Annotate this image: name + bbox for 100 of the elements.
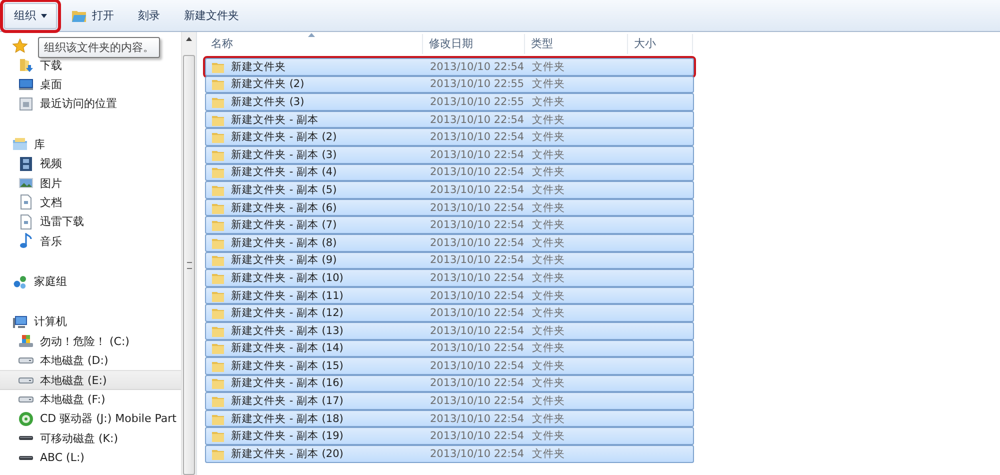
modified-date: 2013/10/10 22:54 xyxy=(429,166,526,178)
nav-item[interactable]: ABC (L:) xyxy=(40,451,84,464)
nav-item[interactable]: 音乐 xyxy=(40,234,62,249)
modified-date: 2013/10/10 22:54 xyxy=(429,184,526,196)
column-header[interactable]: 修改日期 xyxy=(423,34,525,54)
toolbar-button[interactable]: 刻录 xyxy=(128,2,170,28)
column-header[interactable]: 大小 xyxy=(628,34,693,54)
drive-icon xyxy=(18,396,34,404)
modified-date: 2013/10/10 22:54 xyxy=(429,148,526,161)
file-name: 新建文件夹 - 副本 (18) xyxy=(231,412,344,426)
file-type: 文件夹 xyxy=(531,394,566,408)
file-type: 文件夹 xyxy=(531,412,566,426)
file-row[interactable]: 新建文件夹 (2) 2013/10/10 22:55 文件夹 xyxy=(205,76,694,94)
nav-item[interactable]: 最近访问的位置 xyxy=(40,96,117,112)
modified-date: 2013/10/10 22:54 xyxy=(429,448,526,460)
folder-icon xyxy=(211,165,225,180)
file-type: 文件夹 xyxy=(531,77,566,92)
star-icon xyxy=(12,38,28,54)
nav-item[interactable]: 本地磁盘 (F:) xyxy=(40,392,106,408)
recent-places-icon xyxy=(18,96,34,112)
file-type: 文件夹 xyxy=(531,341,566,356)
file-name: 新建文件夹 xyxy=(231,60,286,74)
file-row[interactable]: 新建文件夹 - 副本 (19) 2013/10/10 22:54 文件夹 xyxy=(205,427,694,446)
nav-item[interactable]: 图片 xyxy=(40,176,62,191)
file-name: 新建文件夹 - 副本 (17) xyxy=(231,394,344,408)
nav-item[interactable]: 文档 xyxy=(40,194,62,210)
toolbar-button[interactable]: 新建文件夹 xyxy=(174,2,249,28)
file-row[interactable]: 新建文件夹 - 副本 (4) 2013/10/10 22:54 文件夹 xyxy=(205,164,694,182)
file-row[interactable]: 新建文件夹 - 副本 (9) 2013/10/10 22:54 文件夹 xyxy=(205,252,694,270)
file-name: 新建文件夹 (3) xyxy=(231,94,304,109)
file-name: 新建文件夹 - 副本 (16) xyxy=(231,376,344,390)
nav-item[interactable]: CD 驱动器 (J:) Mobile Part xyxy=(40,411,176,426)
folder-icon xyxy=(211,218,225,232)
file-type: 文件夹 xyxy=(531,253,566,268)
file-row[interactable]: 新建文件夹 - 副本 (5) 2013/10/10 22:54 文件夹 xyxy=(205,181,694,199)
file-name: 新建文件夹 - 副本 (4) xyxy=(231,165,337,180)
nav-item[interactable]: 下载 xyxy=(40,58,62,73)
nav-header[interactable]: 计算机 xyxy=(34,314,67,330)
file-row[interactable]: 新建文件夹 - 副本 (13) 2013/10/10 22:54 文件夹 xyxy=(205,322,694,340)
folder-icon xyxy=(211,130,225,144)
folder-icon xyxy=(211,341,225,356)
file-row[interactable]: 新建文件夹 - 副本 (17) 2013/10/10 22:54 文件夹 xyxy=(205,392,694,410)
file-name: 新建文件夹 - 副本 (6) xyxy=(231,200,337,215)
modified-date: 2013/10/10 22:54 xyxy=(429,114,526,126)
drive-icon xyxy=(18,376,34,384)
document-icon xyxy=(18,194,34,210)
scrollbar[interactable] xyxy=(181,32,196,475)
file-type: 文件夹 xyxy=(531,358,566,373)
folder-icon xyxy=(211,77,225,92)
nav-header[interactable]: 库 xyxy=(34,136,45,152)
file-name: 新建文件夹 - 副本 xyxy=(231,112,318,127)
file-row[interactable]: 新建文件夹 - 副本 (16) 2013/10/10 22:54 文件夹 xyxy=(205,374,694,392)
file-row[interactable]: 新建文件夹 - 副本 (10) 2013/10/10 22:54 文件夹 xyxy=(205,269,694,287)
folder-icon xyxy=(211,306,225,320)
removable-drive-icon xyxy=(19,456,33,460)
nav-item[interactable]: 勿动！危险！ (C:) xyxy=(40,334,130,349)
nav-item[interactable]: 视频 xyxy=(40,156,62,172)
file-row[interactable]: 新建文件夹 - 副本 (11) 2013/10/10 22:54 文件夹 xyxy=(205,286,694,304)
nav-item[interactable]: 迅雷下载 xyxy=(40,214,84,230)
disc-icon xyxy=(18,410,34,427)
modified-date: 2013/10/10 22:55 xyxy=(429,96,526,108)
file-name: 新建文件夹 - 副本 (10) xyxy=(231,270,344,285)
file-row[interactable]: 新建文件夹 - 副本 (18) 2013/10/10 22:54 文件夹 xyxy=(205,410,694,428)
modified-date: 2013/10/10 22:54 xyxy=(429,219,526,232)
toolbar-button[interactable]: 打开 xyxy=(61,2,124,28)
sort-arrow-icon xyxy=(308,33,315,37)
file-row[interactable]: 新建文件夹 - 副本 (15) 2013/10/10 22:54 文件夹 xyxy=(205,357,694,375)
file-name: 新建文件夹 - 副本 (20) xyxy=(231,446,344,461)
modified-date: 2013/10/10 22:54 xyxy=(429,254,526,266)
drive-icon xyxy=(18,357,34,364)
nav-item[interactable]: 本地磁盘 (E:) xyxy=(0,370,181,390)
file-type: 文件夹 xyxy=(531,270,566,285)
modified-date: 2013/10/10 22:55 xyxy=(429,78,526,90)
file-row[interactable]: 新建文件夹 - 副本 (3) 2013/10/10 22:54 文件夹 xyxy=(205,146,694,164)
file-name: 新建文件夹 - 副本 (15) xyxy=(231,358,344,373)
file-row[interactable]: 新建文件夹 - 副本 (12) 2013/10/10 22:54 文件夹 xyxy=(205,304,694,322)
file-row[interactable]: 新建文件夹 - 副本 (2) 2013/10/10 22:54 文件夹 xyxy=(205,128,694,146)
file-row[interactable]: 新建文件夹 - 副本 (14) 2013/10/10 22:54 文件夹 xyxy=(205,340,694,358)
folder-icon xyxy=(211,376,225,390)
file-row[interactable]: 新建文件夹 - 副本 (6) 2013/10/10 22:54 文件夹 xyxy=(205,198,694,216)
nav-item[interactable]: 桌面 xyxy=(40,76,62,92)
file-name: 新建文件夹 - 副本 (11) xyxy=(231,288,344,303)
file-row[interactable]: 新建文件夹 - 副本 (20) 2013/10/10 22:54 文件夹 xyxy=(205,445,694,463)
file-row[interactable]: 新建文件夹 - 副本 2013/10/10 22:54 文件夹 xyxy=(205,110,694,128)
file-row[interactable]: 新建文件夹 (3) 2013/10/10 22:55 文件夹 xyxy=(205,93,694,111)
file-row[interactable]: 新建文件夹 - 副本 (8) 2013/10/10 22:54 文件夹 xyxy=(205,234,694,252)
modified-date: 2013/10/10 22:54 xyxy=(429,60,526,73)
column-header[interactable]: 类型 xyxy=(525,34,628,54)
modified-date: 2013/10/10 22:54 xyxy=(429,360,526,372)
modified-date: 2013/10/10 22:54 xyxy=(429,131,526,144)
modified-date: 2013/10/10 22:54 xyxy=(429,377,526,390)
file-row[interactable]: 新建文件夹 - 副本 (7) 2013/10/10 22:54 文件夹 xyxy=(205,216,694,234)
film-icon xyxy=(18,156,34,172)
nav-item[interactable]: 本地磁盘 (D:) xyxy=(40,353,108,368)
file-type: 文件夹 xyxy=(531,218,566,232)
file-row[interactable]: 新建文件夹 2013/10/10 22:54 文件夹 xyxy=(205,58,694,76)
file-type: 文件夹 xyxy=(531,148,566,162)
nav-header[interactable]: 家庭组 xyxy=(34,274,67,290)
modified-date: 2013/10/10 22:54 xyxy=(429,202,526,214)
nav-item[interactable]: 可移动磁盘 (K:) xyxy=(40,430,118,446)
